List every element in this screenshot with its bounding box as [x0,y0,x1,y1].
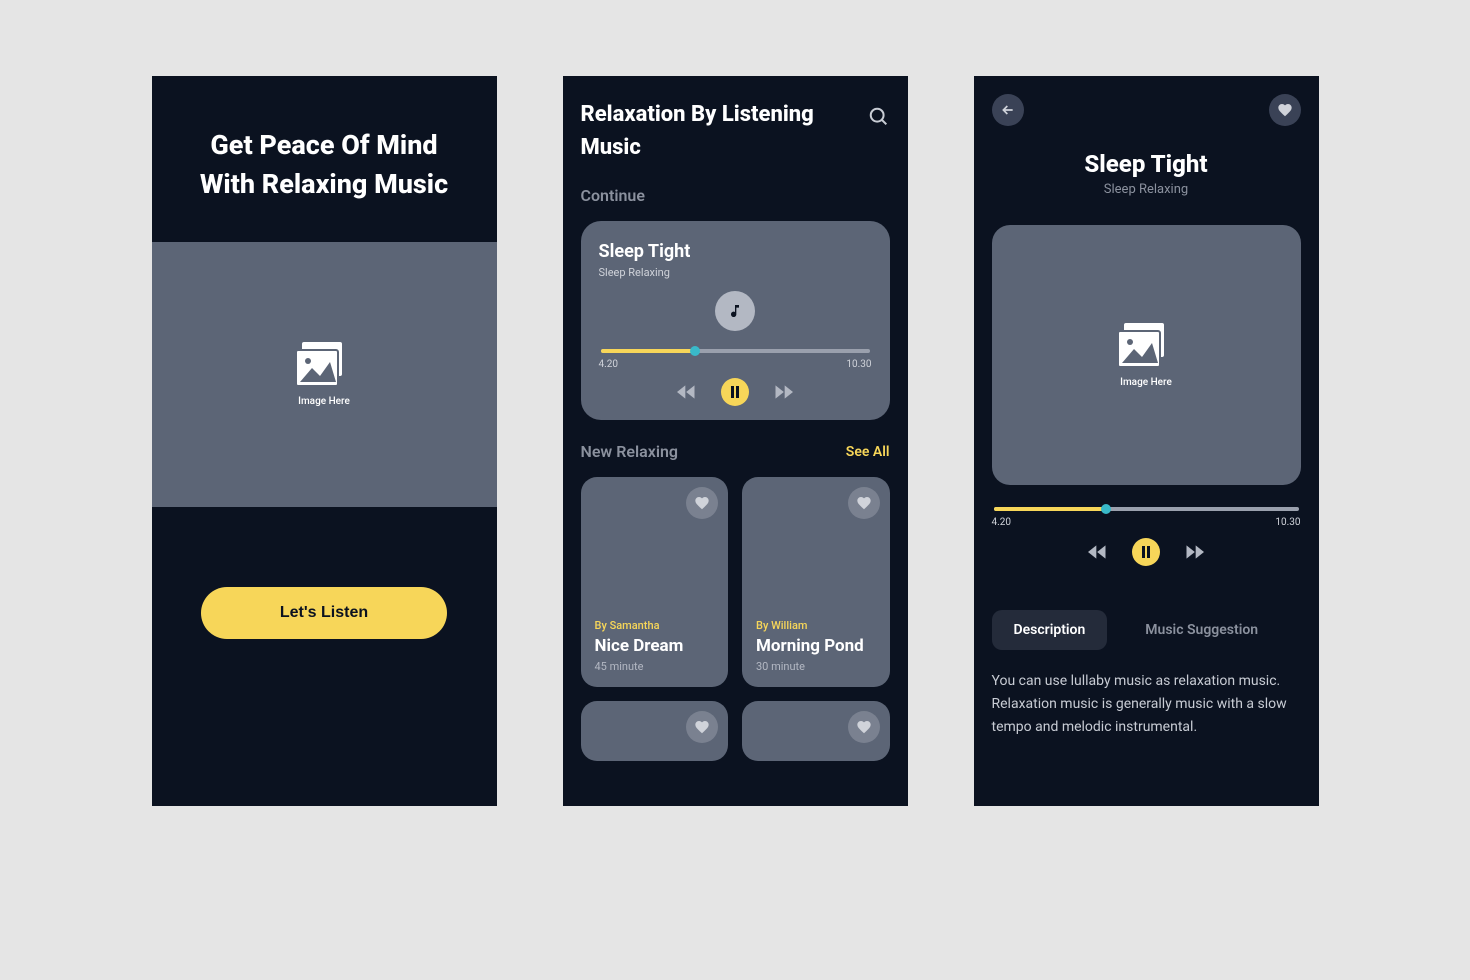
onboarding-title: Get Peace Of Mind With Relaxing Music [152,76,497,224]
current-time: 4.20 [599,359,619,370]
home-header: Relaxation By Listening Music [581,98,890,164]
detail-header [992,94,1301,126]
card-author: By William [756,619,876,632]
cover-image-placeholder: Image Here [992,225,1301,485]
progress-bar[interactable] [994,507,1299,511]
search-icon[interactable] [868,106,890,132]
continue-player-card[interactable]: Sleep Tight Sleep Relaxing 4.20 10.30 [581,221,890,420]
tab-music-suggestion[interactable]: Music Suggestion [1123,610,1280,650]
onboarding-screen: Get Peace Of Mind With Relaxing Music Im… [152,76,497,806]
see-all-link[interactable]: See All [846,444,890,460]
detail-track-subtitle: Sleep Relaxing [992,182,1301,197]
relaxing-card[interactable]: By Samantha Nice Dream 45 minute [581,477,729,687]
pause-button[interactable] [721,378,749,406]
track-subtitle: Sleep Relaxing [599,266,872,279]
rewind-icon[interactable] [677,385,697,399]
music-note-icon[interactable] [715,291,755,331]
pause-button[interactable] [1132,538,1160,566]
detail-screen: Sleep Tight Sleep Relaxing Image Here 4.… [974,76,1319,806]
image-caption: Image Here [1120,377,1172,388]
forward-icon[interactable] [773,385,793,399]
relaxing-card[interactable] [742,701,890,761]
detail-track-title: Sleep Tight [992,150,1301,178]
rewind-icon[interactable] [1088,545,1108,559]
card-duration: 30 minute [756,660,876,673]
relaxing-card[interactable]: By William Morning Pond 30 minute [742,477,890,687]
home-screen: Relaxation By Listening Music Continue S… [563,76,908,806]
progress-bar[interactable] [601,349,870,353]
tabs: Description Music Suggestion [992,610,1301,650]
image-caption: Image Here [298,396,350,407]
tab-description[interactable]: Description [992,610,1108,650]
new-relaxing-label: New Relaxing [581,442,679,461]
favorite-icon[interactable] [686,711,718,743]
description-text: You can use lullaby music as relaxation … [992,670,1301,739]
favorite-icon[interactable] [848,711,880,743]
continue-section-label: Continue [581,186,890,205]
card-duration: 45 minute [595,660,715,673]
forward-icon[interactable] [1184,545,1204,559]
back-icon[interactable] [992,94,1024,126]
card-author: By Samantha [595,619,715,632]
card-grid: By Samantha Nice Dream 45 minute By Will… [581,477,890,761]
current-time: 4.20 [992,517,1012,528]
image-icon [1118,323,1174,369]
total-time: 10.30 [846,359,871,370]
new-relaxing-header: New Relaxing See All [581,442,890,461]
time-display: 4.20 10.30 [599,359,872,370]
hero-image-placeholder: Image Here [152,242,497,507]
home-title: Relaxation By Listening Music [581,98,868,164]
time-display: 4.20 10.30 [992,517,1301,528]
total-time: 10.30 [1275,517,1300,528]
card-name: Morning Pond [756,636,876,656]
favorite-icon[interactable] [1269,94,1301,126]
image-icon [296,342,352,388]
card-name: Nice Dream [595,636,715,656]
player-controls [599,378,872,406]
favorite-icon[interactable] [848,487,880,519]
lets-listen-button[interactable]: Let's Listen [201,587,447,639]
player-controls [992,538,1301,566]
relaxing-card[interactable] [581,701,729,761]
track-title: Sleep Tight [599,241,872,262]
favorite-icon[interactable] [686,487,718,519]
